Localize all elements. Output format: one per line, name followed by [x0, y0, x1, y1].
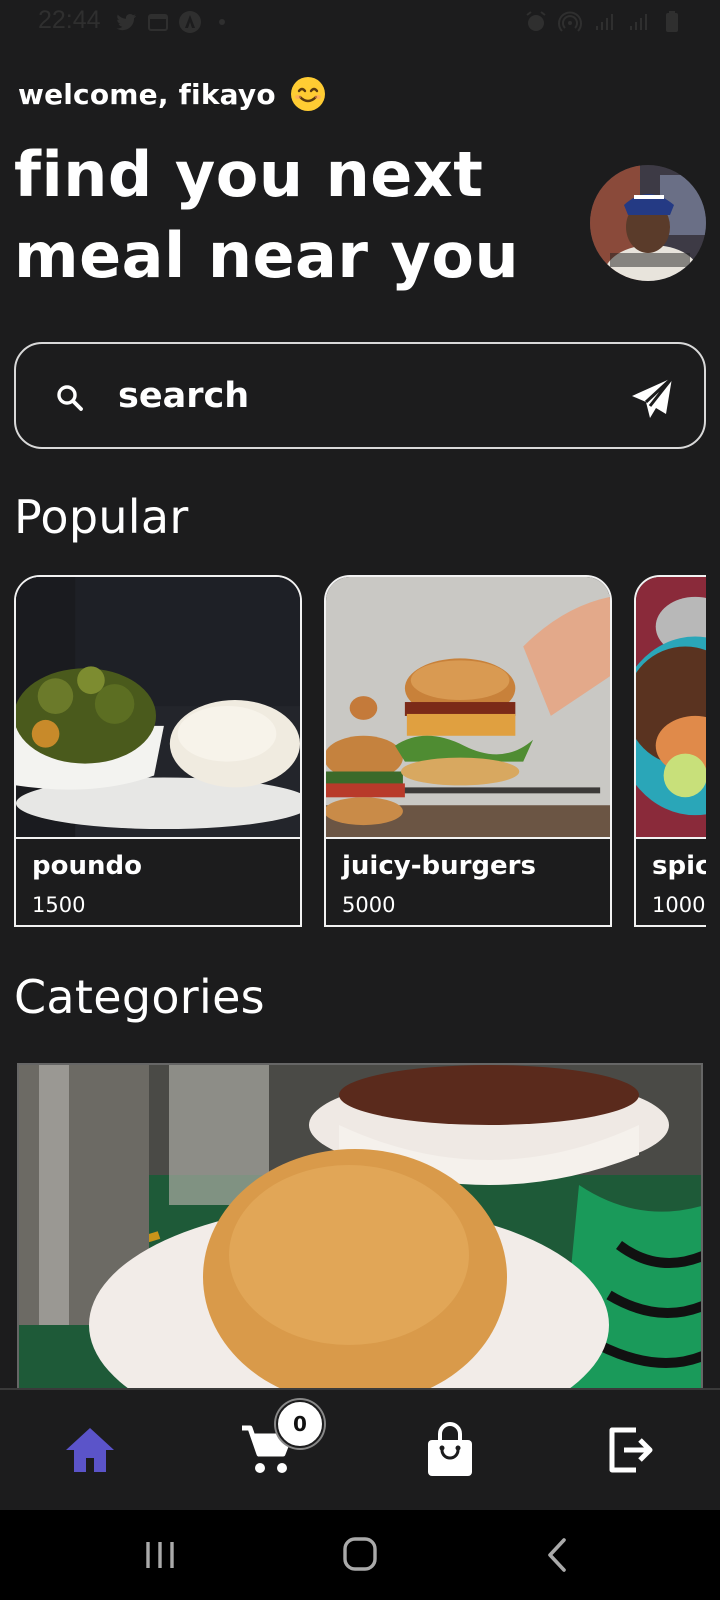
home-button-icon[interactable] — [330, 1530, 390, 1580]
status-time: 22:44 — [38, 6, 101, 34]
hotspot-icon — [558, 11, 582, 32]
back-icon[interactable] — [530, 1530, 590, 1580]
battery-icon — [666, 11, 678, 32]
status-left-icons — [114, 10, 234, 34]
search-input[interactable] — [118, 368, 598, 424]
app-icon — [179, 11, 201, 33]
headline-line-1: find you next — [14, 138, 484, 211]
welcome-message: welcome, fikayo — [18, 76, 326, 112]
twitter-icon — [116, 13, 136, 31]
signal-icon — [630, 14, 647, 30]
headline-line-2: meal near you — [14, 219, 520, 292]
calendar-icon — [148, 14, 168, 31]
card-price: 5000 — [342, 893, 396, 917]
popular-card-poundo[interactable]: poundo 1500 — [14, 575, 302, 927]
categories-section-title: Categories — [14, 970, 265, 1024]
send-icon[interactable] — [628, 374, 676, 422]
dot-icon — [219, 19, 225, 25]
home-icon[interactable] — [60, 1420, 120, 1480]
smiling-face-icon — [290, 77, 325, 111]
category-image — [19, 1065, 701, 1391]
avatar-image — [590, 165, 706, 281]
avatar[interactable] — [590, 165, 706, 281]
system-navigation-bar — [0, 1510, 720, 1600]
popular-section-title: Popular — [14, 490, 189, 544]
search-bar[interactable] — [14, 342, 706, 449]
card-name: poundo — [32, 851, 142, 881]
food-image-poundo — [16, 577, 300, 839]
welcome-text: welcome, fikayo — [18, 77, 276, 111]
popular-list[interactable]: poundo 1500 juicy-burgers 5000 spi 1000 — [14, 575, 706, 931]
food-image-spicy — [636, 577, 706, 839]
popular-card-juicy-burgers[interactable]: juicy-burgers 5000 — [324, 575, 612, 927]
food-image-juicy-burgers — [326, 577, 610, 839]
card-price: 1000 — [652, 893, 706, 917]
status-bar: 22:44 — [0, 0, 720, 48]
card-price: 1500 — [32, 893, 86, 917]
recent-apps-icon[interactable] — [130, 1530, 190, 1580]
shopping-bag-icon[interactable] — [420, 1420, 480, 1480]
alarm-icon — [526, 11, 546, 31]
card-name: juicy-burgers — [342, 851, 536, 881]
status-right-icons — [524, 10, 684, 34]
page-title: find you next meal near you — [14, 134, 534, 296]
signal-icon — [596, 14, 613, 30]
cart-count-badge: 0 — [276, 1400, 324, 1448]
app-screen: 22:44 welcome, fikayo find you next meal… — [0, 0, 720, 1600]
card-name: spicy — [652, 851, 706, 881]
search-icon[interactable] — [54, 382, 86, 414]
bottom-navigation — [0, 1388, 720, 1510]
category-banner[interactable] — [17, 1063, 703, 1393]
logout-icon[interactable] — [600, 1420, 660, 1480]
popular-card-spicy[interactable]: spicy 1000 — [634, 575, 706, 927]
